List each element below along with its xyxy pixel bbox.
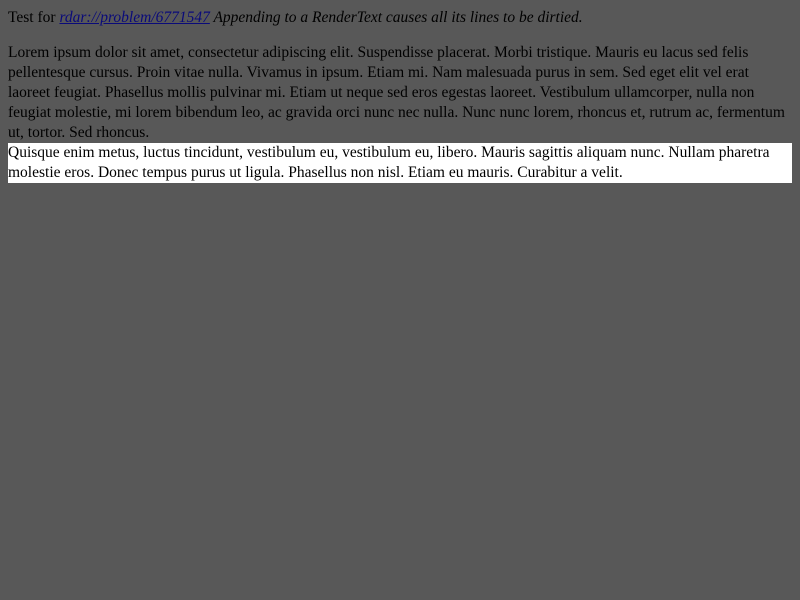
dirty-lines-text: Lorem ipsum dolor sit amet, consectetur …	[8, 44, 785, 141]
header-prefix: Test for	[8, 9, 60, 26]
header-description: Appending to a RenderText causes all its…	[209, 9, 583, 26]
appended-lines-text: Quisque enim metus, luctus tincidunt, ve…	[8, 143, 792, 183]
test-header: Test for rdar://problem/6771547 Appendin…	[8, 8, 792, 27]
bug-link[interactable]: rdar://problem/6771547	[59, 9, 209, 26]
lorem-paragraph: Lorem ipsum dolor sit amet, consectetur …	[8, 43, 792, 183]
page-content: Test for rdar://problem/6771547 Appendin…	[8, 8, 792, 183]
